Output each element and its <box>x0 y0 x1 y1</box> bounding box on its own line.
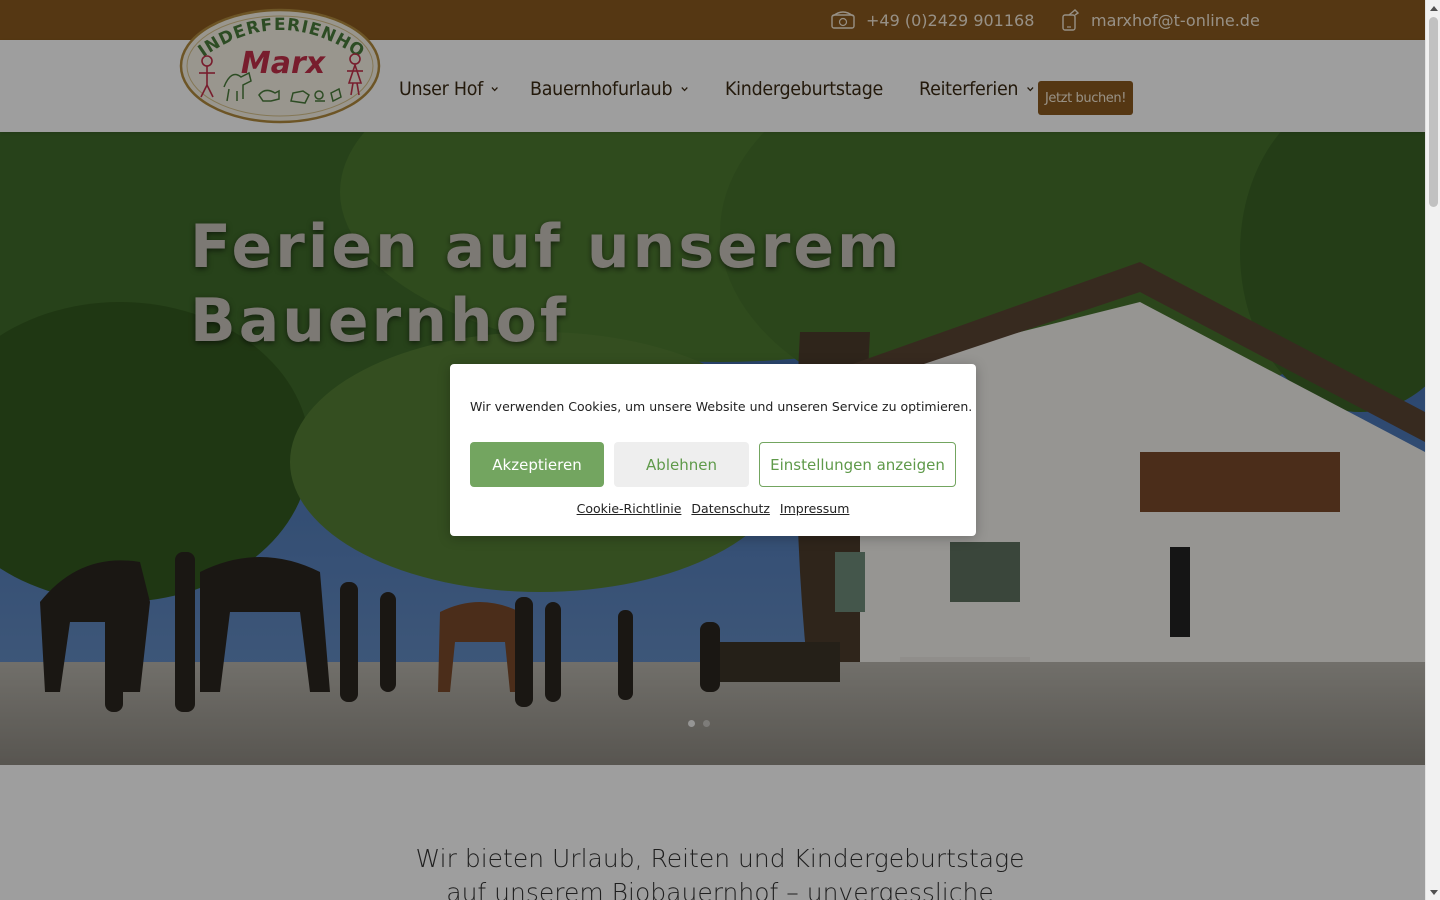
imprint-link[interactable]: Impressum <box>780 501 849 516</box>
cookie-policy-link[interactable]: Cookie-Richtlinie <box>577 501 682 516</box>
cookie-message: Wir verwenden Cookies, um unsere Website… <box>470 399 973 414</box>
accept-cookies-button[interactable]: Akzeptieren <box>470 442 604 487</box>
scroll-up-arrow-icon[interactable] <box>1426 0 1440 15</box>
scroll-thumb[interactable] <box>1429 17 1438 207</box>
privacy-link[interactable]: Datenschutz <box>691 501 770 516</box>
scroll-down-arrow-icon[interactable] <box>1426 885 1440 900</box>
deny-cookies-button[interactable]: Ablehnen <box>614 442 749 487</box>
page-scrollbar[interactable] <box>1425 0 1440 900</box>
cookie-settings-button[interactable]: Einstellungen anzeigen <box>759 442 956 487</box>
cookie-links: Cookie-Richtlinie Datenschutz Impressum <box>450 501 976 516</box>
cookie-consent-dialog: Wir verwenden Cookies, um unsere Website… <box>450 364 976 536</box>
